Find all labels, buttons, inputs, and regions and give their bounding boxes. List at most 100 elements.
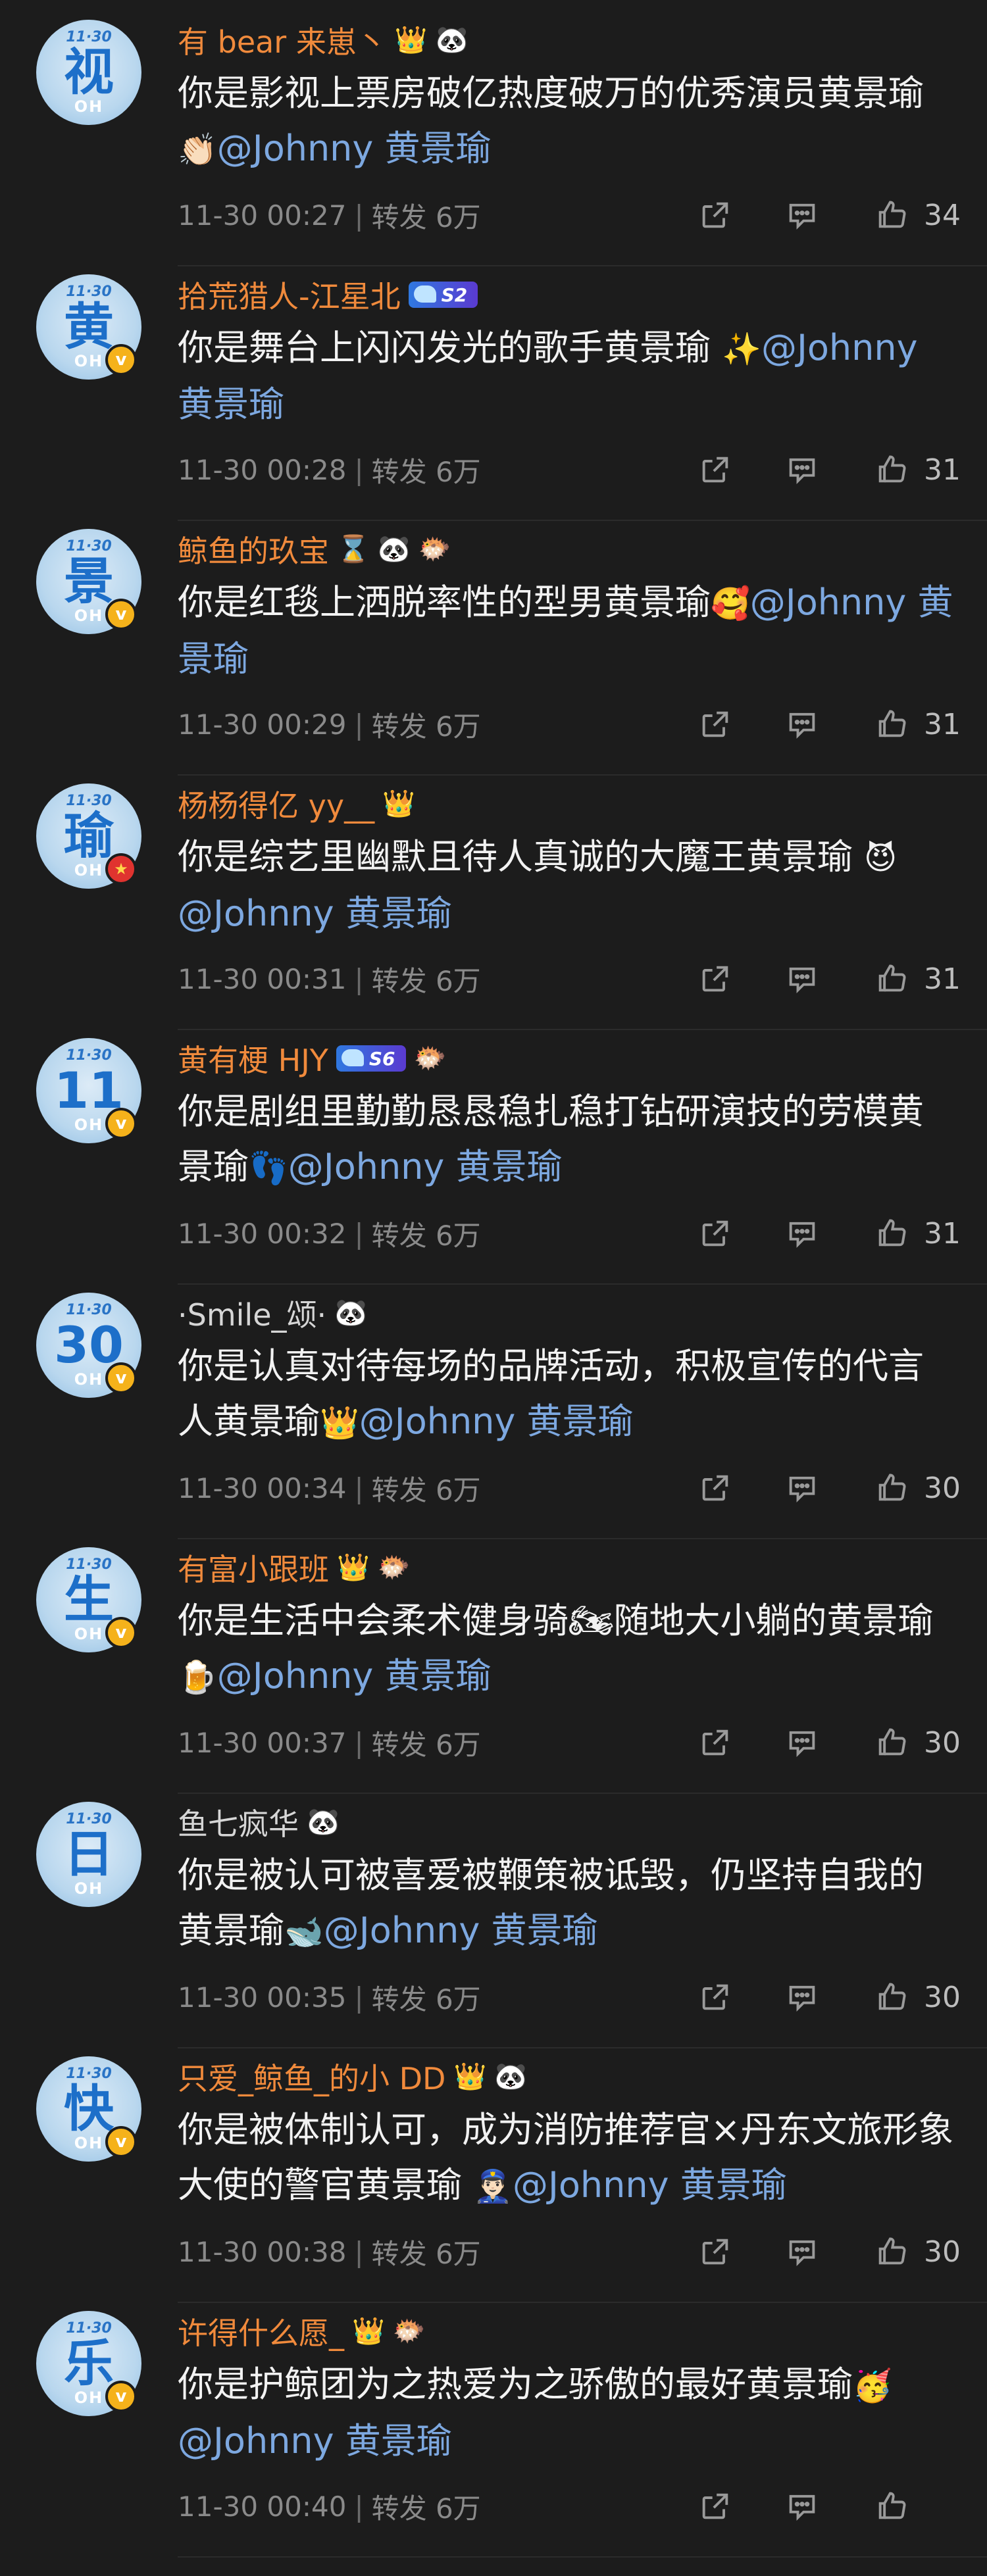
username[interactable]: ·Smile_颂· (178, 1291, 326, 1335)
like-icon[interactable] (869, 956, 915, 1002)
comment-item: 11·30 11 OH v 黄有梗 HJY S6 🐡 你是剧组里勤勤恳恳稳扎稳打钻研演技的劳模… (0, 1018, 987, 1285)
like-count: 31 (924, 707, 961, 741)
timestamp: 11-30 00:38 (178, 2235, 347, 2268)
repost-count: 转发 6万 (371, 964, 481, 997)
reply-icon[interactable] (779, 2229, 825, 2275)
repost-count: 转发 6万 (371, 1983, 481, 2016)
comment-footer: 11-30 00:40 | 转发 6万 (178, 2483, 961, 2529)
username[interactable]: 只爱_鲸鱼_的小 DD (178, 2055, 445, 2098)
footer-separator: | (354, 1472, 364, 1504)
mention-link[interactable]: @Johnny 黄景瑜 (288, 1146, 563, 1187)
avatar-bottom-text: OH (74, 97, 104, 116)
emoji-icon: 🥰 (711, 585, 750, 622)
repost-count: 转发 6万 (371, 710, 481, 743)
username[interactable]: 有 bear 来崽丶 (178, 18, 387, 62)
username[interactable]: 有富小跟班 (178, 1546, 329, 1589)
comment-text: 你是生活中会柔术健身骑🏍随地大小躺的黄景瑜 🍺@Johnny 黄景瑜 (178, 1593, 957, 1705)
like-icon[interactable] (869, 1210, 915, 1256)
avatar[interactable]: 11·30 视 OH (36, 20, 141, 125)
reply-icon[interactable] (779, 1720, 825, 1766)
reply-icon[interactable] (779, 1210, 825, 1256)
emoji-icon: 👑 (320, 1404, 359, 1441)
like-icon[interactable] (869, 701, 915, 747)
username[interactable]: 鱼七疯华 (178, 1800, 299, 1844)
comment-item: 11·30 乐 OH v 许得什么愿_ 👑 🐡 你是护鲸团为之热爱为之骄傲的最好黄景瑜🥳@Jo… (0, 2291, 987, 2558)
repost-count: 转发 6万 (371, 455, 481, 488)
comment-text: 你是被体制认可，成为消防推荐官×丹东文旅形象大使的警官黄景瑜 👮🏻‍♂️@Joh… (178, 2102, 957, 2214)
medal-icon: ⌛ (337, 534, 370, 564)
like-count: 30 (924, 1725, 961, 1760)
username[interactable]: 鲸鱼的玖宝 (178, 528, 329, 571)
medal-icon: 👑 (352, 2316, 385, 2346)
mention-link[interactable]: @Johnny 黄景瑜 (217, 128, 492, 169)
avatar[interactable]: 11·30 日 OH (36, 1802, 141, 1907)
timestamp: 11-30 00:32 (178, 1217, 347, 1250)
reply-icon[interactable] (779, 1465, 825, 1511)
reply-icon[interactable] (779, 447, 825, 493)
avatar-character: 视 (64, 43, 114, 101)
like-count: 31 (924, 1216, 961, 1251)
like-count: 34 (924, 198, 961, 232)
timestamp: 11-30 00:40 (178, 2490, 347, 2523)
comment-header: 拾荒猎人-江星北 S2 (178, 272, 478, 318)
reply-icon[interactable] (779, 956, 825, 1002)
comment-footer: 11-30 00:37 | 转发 6万 30 (178, 1720, 961, 1766)
comment-text: 你是认真对待每场的品牌活动，积极宣传的代言人黄景瑜👑@Johnny 黄景瑜 (178, 1339, 957, 1450)
share-icon[interactable] (692, 1465, 738, 1511)
reply-icon[interactable] (779, 1974, 825, 2020)
share-icon[interactable] (692, 1210, 738, 1256)
like-icon[interactable] (869, 447, 915, 493)
reply-icon[interactable] (779, 192, 825, 238)
mention-link[interactable]: @Johnny 黄景瑜 (178, 893, 452, 934)
comment-body-text: 你是红毯上洒脱率性的型男黄景瑜 (178, 582, 711, 623)
reply-icon[interactable] (779, 2483, 825, 2529)
share-icon[interactable] (692, 192, 738, 238)
share-icon[interactable] (692, 2229, 738, 2275)
comment-body-text: 你是综艺里幽默且待人真诚的大魔王黄景瑜 (178, 836, 865, 878)
medal-icon: 🐡 (377, 1552, 411, 1583)
like-icon[interactable] (869, 2229, 915, 2275)
username[interactable]: 黄有梗 HJY (178, 1037, 328, 1080)
mention-link[interactable]: @Johnny 黄景瑜 (217, 1655, 492, 1697)
reply-icon[interactable] (779, 701, 825, 747)
repost-count: 转发 6万 (371, 1474, 481, 1506)
comment-actions: 30 (692, 2229, 961, 2275)
repost-count: 转发 6万 (371, 201, 481, 234)
comment-text: 你是剧组里勤勤恳恳稳扎稳打钻研演技的劳模黄景瑜👣@Johnny 黄景瑜 (178, 1084, 957, 1196)
share-icon[interactable] (692, 956, 738, 1002)
emoji-icon: 🐋 (284, 1914, 324, 1950)
comment-text: 你是红毯上洒脱率性的型男黄景瑜🥰@Johnny 黄景瑜 (178, 575, 957, 687)
mention-link[interactable]: @Johnny 黄景瑜 (324, 1910, 598, 1951)
share-icon[interactable] (692, 2483, 738, 2529)
emoji-icon: 👮🏻‍♂️ (473, 2168, 513, 2205)
like-count: 31 (924, 453, 961, 487)
like-icon[interactable] (869, 2483, 915, 2529)
mention-link[interactable]: @Johnny 黄景瑜 (513, 2164, 787, 2206)
mention-link[interactable]: @Johnny 黄景瑜 (359, 1400, 634, 1442)
mention-link[interactable]: @Johnny 黄景瑜 (178, 2420, 452, 2462)
share-icon[interactable] (692, 1720, 738, 1766)
like-icon[interactable] (869, 1465, 915, 1511)
like-icon[interactable] (869, 1720, 915, 1766)
verified-badge-icon: v (105, 2126, 137, 2158)
timestamp: 11-30 00:28 (178, 453, 347, 486)
username[interactable]: 拾荒猎人-江星北 (178, 273, 401, 316)
comment-footer: 11-30 00:27 | 转发 6万 34 (178, 192, 961, 238)
share-icon[interactable] (692, 1974, 738, 2020)
level-badge: S6 (336, 1045, 406, 1072)
verified-badge-icon: v (105, 1362, 137, 1394)
comment-item: 11·30 生 OH v 有富小跟班 👑 🐡 你是生活中会柔术健身骑🏍随地大小躺的黄景瑜🍺@J… (0, 1527, 987, 1794)
timestamp: 11-30 00:29 (178, 708, 347, 741)
share-icon[interactable] (692, 701, 738, 747)
share-icon[interactable] (692, 447, 738, 493)
medal-icon: 🐼 (377, 534, 411, 564)
repost-count: 转发 6万 (371, 2492, 481, 2525)
username[interactable]: 杨杨得亿 yy__ (178, 782, 374, 826)
like-icon[interactable] (869, 192, 915, 238)
verified-badge-icon: v (105, 1108, 137, 1139)
like-icon[interactable] (869, 1974, 915, 2020)
username[interactable]: 许得什么愿_ (178, 2310, 344, 2353)
like-count: 31 (924, 962, 961, 996)
verified-badge-icon: v (105, 344, 137, 376)
medal-icon: 🐼 (334, 1298, 367, 1328)
